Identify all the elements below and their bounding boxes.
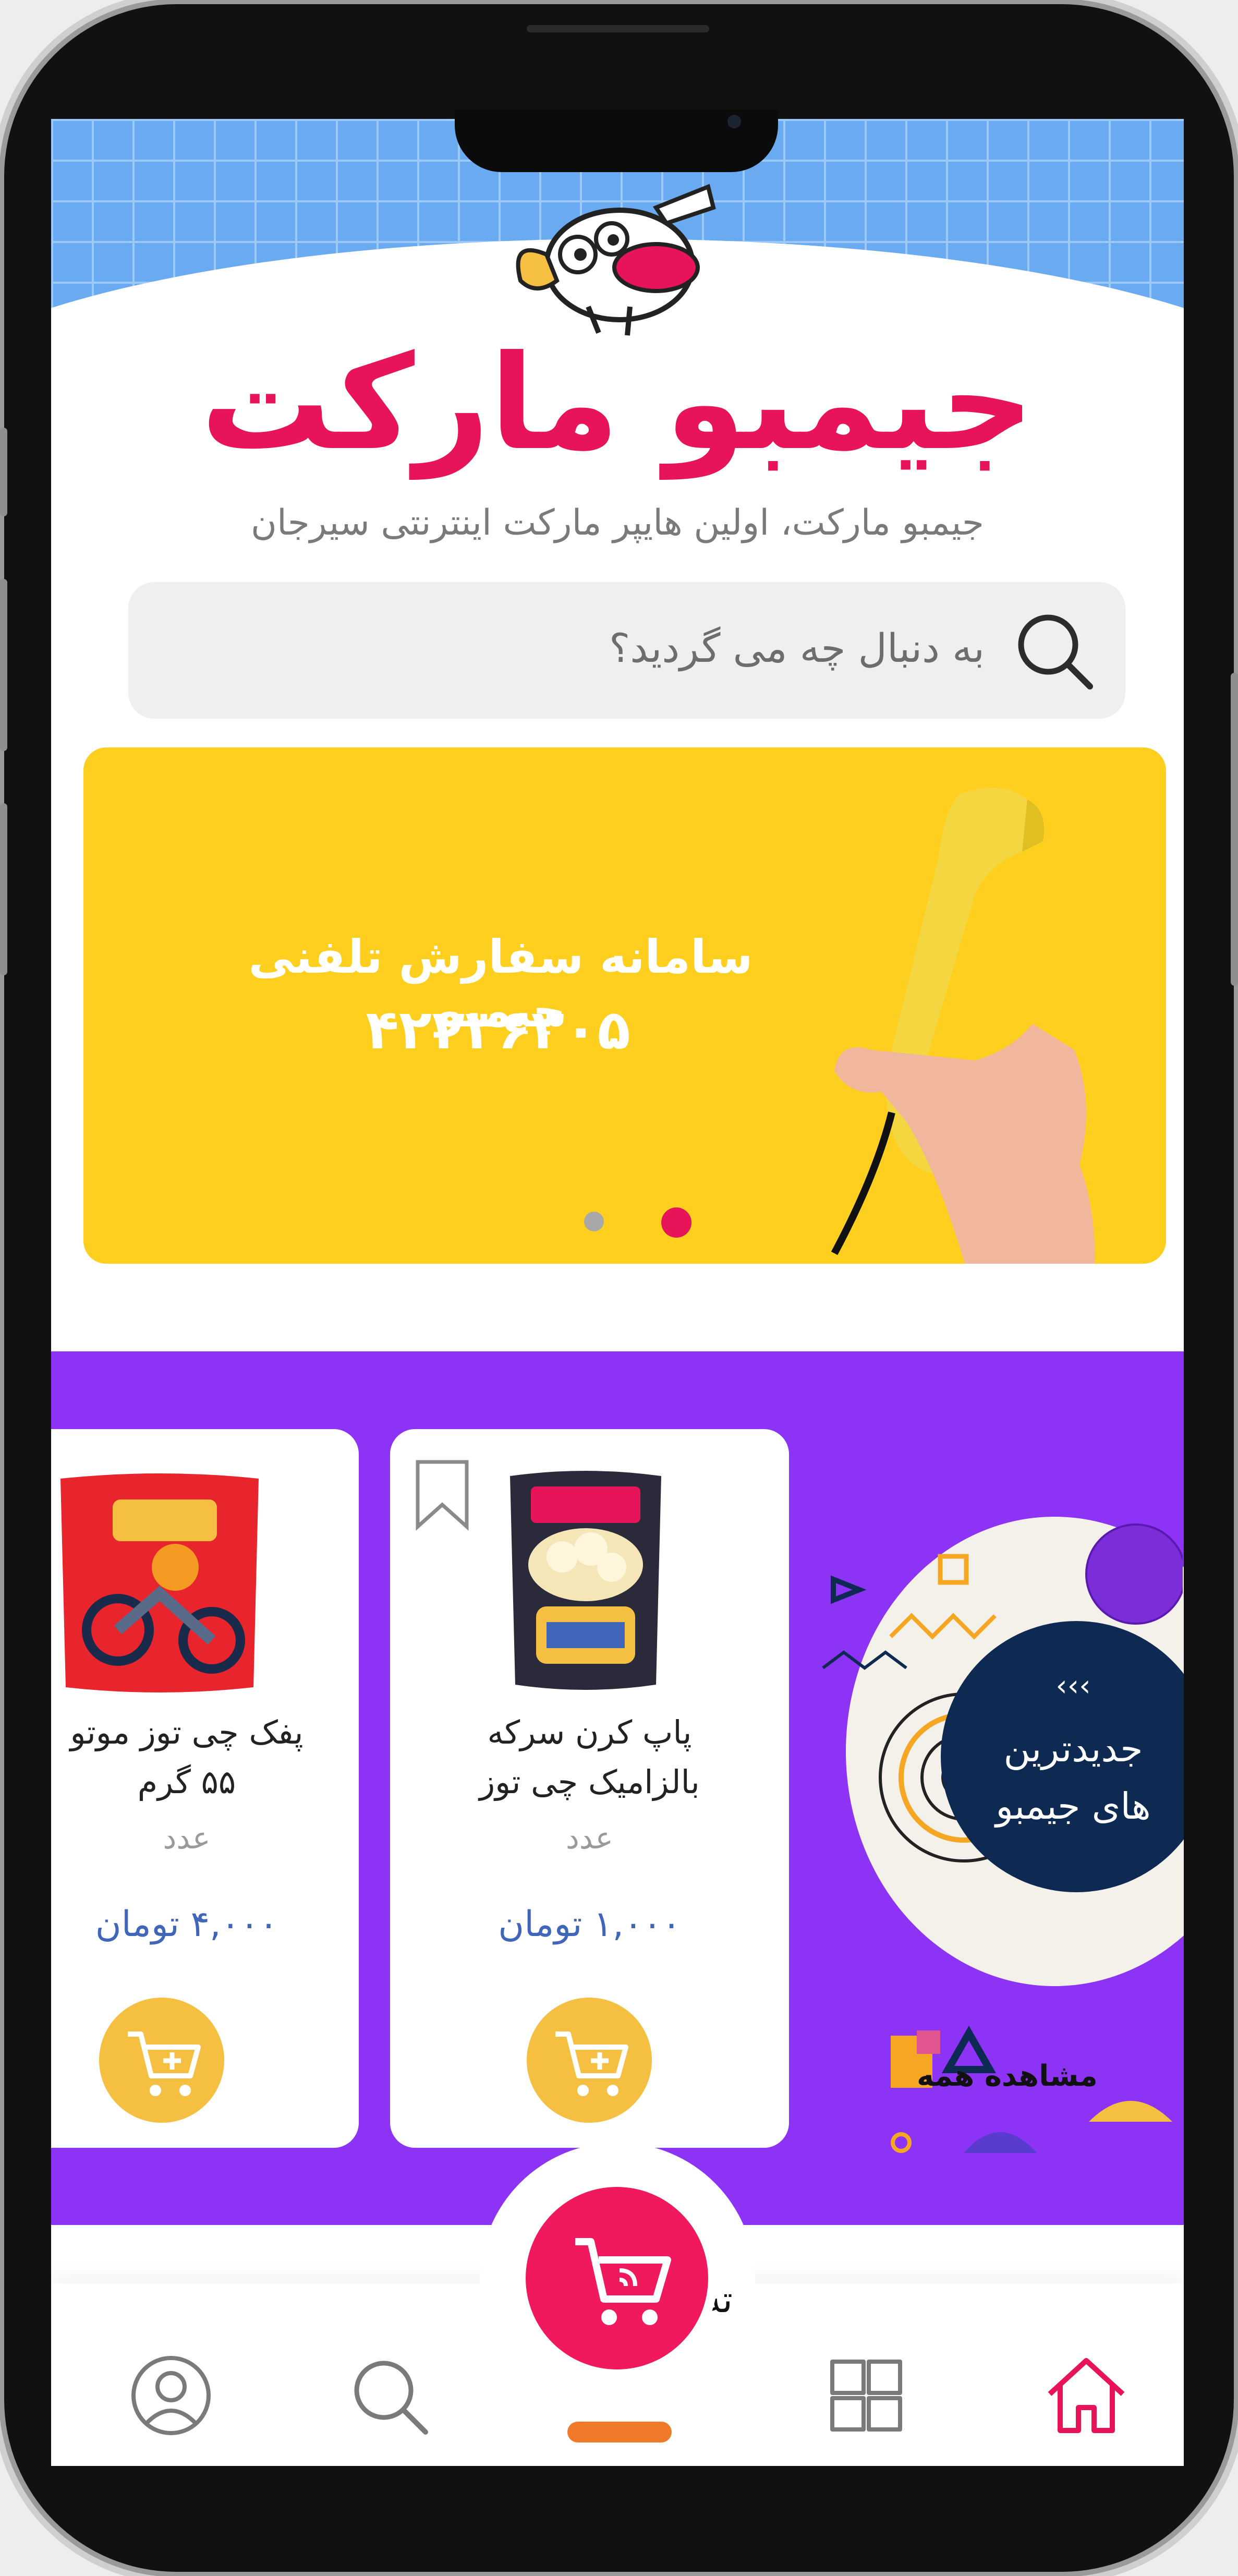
promo-heading-arrows: ‹‹‹: [1055, 1669, 1091, 1703]
promo-heading-line1: جدیدترین: [1003, 1727, 1143, 1770]
product-name-line1: پاپ کرن سرکه: [487, 1713, 692, 1751]
app-screen: جیمبو مارکت جیمبو مارکت، اولین هایپر مار…: [51, 119, 1184, 2466]
front-camera: [727, 115, 741, 128]
banner-dot-1[interactable]: [584, 1212, 604, 1231]
product-unit: عدد: [163, 1820, 211, 1856]
phone-order-banner[interactable]: سامانه سفارش تلفنی جیمبو ۴۲۲۳۶۳۰۵: [83, 747, 1166, 1264]
cart-icon: [575, 2238, 671, 2325]
search-bar[interactable]: به دنبال چه می گردید؟: [128, 582, 1125, 719]
add-cart-icon: [128, 2031, 201, 2096]
product-image: [60, 1473, 259, 1692]
product-name-line2: ۵۵ گرم: [137, 1763, 236, 1801]
cart-fab-button[interactable]: [526, 2187, 708, 2369]
phone-side-button: [0, 428, 7, 516]
banner-dot-2-active[interactable]: [661, 1207, 691, 1238]
search-icon[interactable]: [345, 2351, 433, 2440]
phone-power-button: [1231, 673, 1238, 986]
product-name-line2: بالزامیک چی توز: [479, 1763, 700, 1801]
profile-icon[interactable]: [127, 2351, 215, 2440]
product-image: [510, 1471, 661, 1690]
phone-volume-up: [0, 579, 7, 751]
mascot-icon: [516, 184, 716, 336]
see-all-link[interactable]: مشاهده همه: [917, 2059, 1098, 2093]
product-price: ۴,۰۰۰ تومان: [95, 1904, 278, 1945]
brand-logo: جیمبو مارکت: [200, 327, 1037, 479]
product-name-line1: پفک چی توز موتو: [70, 1713, 304, 1751]
search-input[interactable]: به دنبال چه می گردید؟: [609, 625, 985, 671]
product-unit: عدد: [566, 1820, 613, 1856]
home-icon[interactable]: [1042, 2351, 1131, 2440]
add-cart-icon: [555, 2031, 628, 2096]
search-icon[interactable]: [1011, 607, 1099, 696]
bookmark-icon[interactable]: [414, 1458, 471, 1531]
peek-orange-shape: [567, 2422, 672, 2442]
promo-heading-line2: های جیمبو: [996, 1785, 1151, 1828]
add-to-cart-button[interactable]: [527, 1998, 652, 2123]
phone-volume-down: [0, 803, 7, 975]
phone-speaker: [527, 25, 709, 32]
brand-tagline: جیمبو مارکت، اولین هایپر مارکت اینترنتی …: [251, 502, 984, 543]
product-card[interactable]: پاپ کرن سرکه بالزامیک چی توز عدد ۱,۰۰۰ ت…: [390, 1429, 789, 2148]
product-card[interactable]: پفک چی توز موتو ۵۵ گرم عدد ۴,۰۰۰ تومان: [51, 1429, 359, 2148]
add-to-cart-button[interactable]: [99, 1998, 224, 2123]
telephone-receiver-icon: [831, 788, 1095, 1264]
product-price: ۱,۰۰۰ تومان: [498, 1904, 681, 1945]
categories-icon[interactable]: [822, 2351, 911, 2440]
banner-phone-number: ۴۲۲۳۶۳۰۵: [366, 998, 630, 1061]
